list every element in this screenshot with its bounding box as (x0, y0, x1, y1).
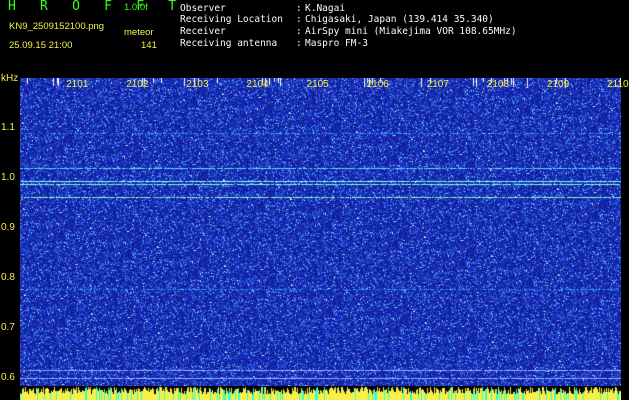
y-axis-unit-label: kHz (1, 73, 19, 84)
x-tick-label: 2106 (366, 79, 389, 90)
x-tick-label: 2101 (66, 79, 89, 90)
x-tick-label: 2109 (546, 79, 570, 90)
x-tick-label: 2110 (607, 79, 629, 90)
x-tick-label: 2102 (126, 79, 149, 90)
x-tick-label: 2107 (426, 79, 449, 90)
info-receiver-label: Receiver (180, 26, 226, 37)
datetime-label: 25.09.15 21:00 (9, 40, 73, 51)
filename-label: KN9_2509152100.png (9, 21, 105, 32)
mode-label: meteor (124, 27, 154, 38)
y-tick-label: 0.9 (1, 222, 15, 234)
info-antenna-value: Maspro FM-3 (305, 38, 368, 49)
version-label: 1.0.0f (124, 2, 148, 13)
y-tick-label: 0.6 (1, 372, 15, 384)
spectrogram-plot (20, 78, 621, 386)
x-tick-label: 2103 (186, 79, 209, 90)
info-antenna-label: Receiving antenna (180, 38, 278, 49)
spectrogram-bottom-bar (20, 386, 621, 400)
y-tick-label: 0.8 (1, 272, 15, 284)
header-panel: H R O F F T 1.0.0f KN9_2509152100.png me… (0, 0, 629, 74)
info-location-value: Chigasaki, Japan (139.414 35.340) (305, 14, 494, 25)
y-tick-label: 1.1 (1, 122, 15, 134)
app-title: H R O F F T (8, 0, 185, 14)
info-antenna-colon: : (296, 38, 302, 49)
y-tick-label: 1.0 (1, 172, 15, 184)
y-tick-label: 0.7 (1, 322, 15, 334)
info-receiver-colon: : (296, 26, 302, 37)
x-tick-label: 2108 (486, 79, 510, 90)
x-tick-label: 2104 (246, 79, 269, 90)
count-label: 141 (141, 40, 157, 51)
x-tick-label: 2105 (306, 79, 329, 90)
info-location-label: Receiving Location (180, 14, 283, 25)
info-location-colon: : (296, 14, 302, 25)
info-receiver-value: AirSpy mini (Miakejima VOR 108.65MHz) (305, 26, 517, 37)
